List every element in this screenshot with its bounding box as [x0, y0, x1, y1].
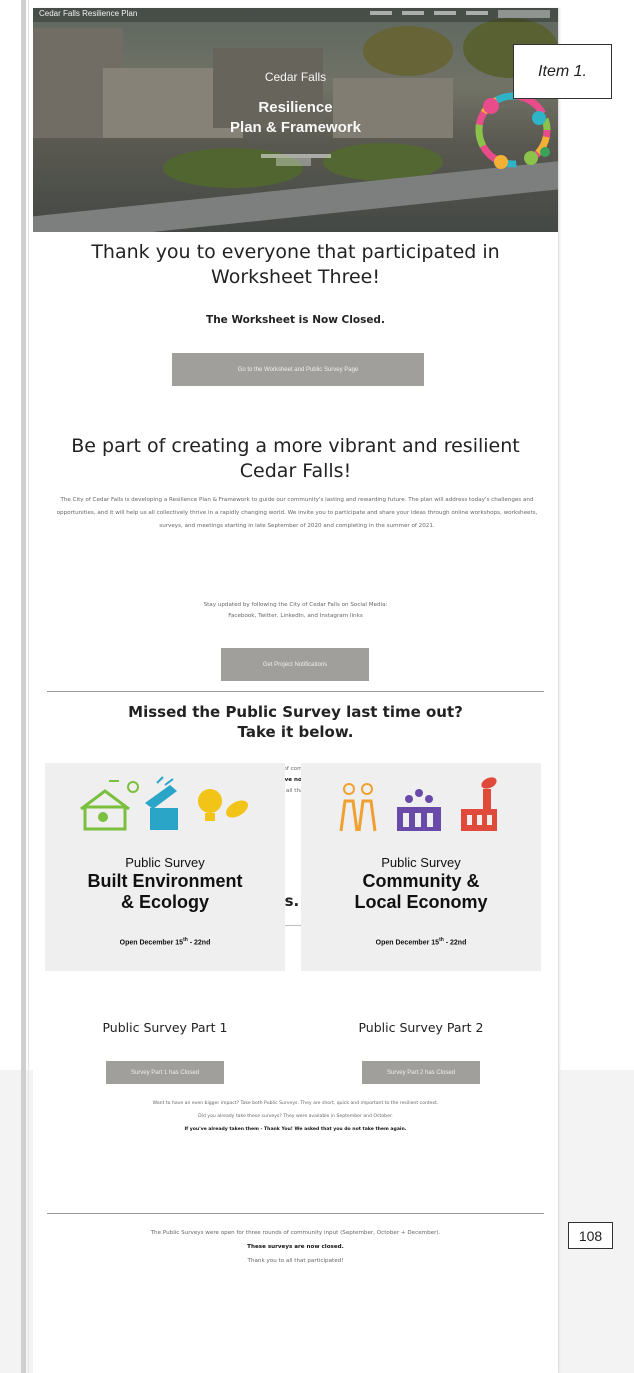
missed-heading-line2: Take it below.: [237, 723, 354, 741]
card-dates-end: - 22nd: [187, 939, 211, 947]
people-icon: [339, 783, 377, 832]
social-media-text: Stay updated by following the City of Ce…: [33, 600, 558, 622]
nav-link[interactable]: [402, 11, 424, 15]
card-pretitle: Public Survey: [381, 855, 461, 870]
card-dates: Open December 15th - 22nd: [45, 937, 285, 946]
project-notifications-button[interactable]: Get Project Notifications: [221, 648, 369, 681]
site-brand[interactable]: Cedar Falls Resilience Plan: [39, 9, 137, 18]
solar-building-icon: [145, 776, 178, 830]
social-media-line2[interactable]: Facebook, Twitter, LinkedIn, and Instagr…: [33, 611, 558, 622]
vibrant-heading-line2: Cedar Falls!: [239, 460, 352, 482]
community-building-icon: [397, 789, 441, 831]
card-dates-text: Open December 15: [375, 939, 440, 947]
survey-part2-button[interactable]: Survey Part 2 has Closed: [362, 1061, 480, 1084]
thanks-heading: Thank you to everyone that participated …: [33, 240, 558, 290]
social-media-line1: Stay updated by following the City of Ce…: [203, 602, 388, 608]
survey-card-2[interactable]: Public Survey Community & Local Economy …: [301, 763, 541, 971]
card-dates: Open December 15th - 22nd: [301, 937, 541, 946]
binder-edge-line: [28, 0, 29, 1373]
card-title-line2: Local Economy: [354, 892, 488, 912]
worksheet-closed-text: The Worksheet is Now Closed.: [206, 314, 385, 326]
document-page: Cedar Falls Resilience Plan Cedar Falls …: [33, 8, 558, 1373]
nav-link[interactable]: [434, 11, 456, 15]
worksheet-survey-page-button[interactable]: Go to the Worksheet and Public Survey Pa…: [172, 353, 424, 386]
vibrant-heading: Be part of creating a more vibrant and r…: [33, 434, 558, 484]
lightbulb-leaf-icon: [198, 789, 248, 821]
footer-text: The Public Surveys were open for three r…: [33, 1226, 558, 1268]
footer-line3: Thank you to all that participated!: [247, 1258, 344, 1264]
page-number: 108: [568, 1222, 613, 1249]
footer-line2: These surveys are now closed.: [247, 1244, 344, 1250]
card-title: Community & Local Economy: [301, 871, 541, 913]
survey-card-1[interactable]: Public Survey Built Environment & Ecolog…: [45, 763, 285, 971]
hero-button[interactable]: [276, 158, 311, 166]
card-dates-text: Open December 15: [119, 939, 184, 947]
nav-link[interactable]: [370, 11, 392, 15]
card-dates-end: - 22nd: [443, 939, 467, 947]
survey-notes: Want to have an even bigger impact? Take…: [33, 1097, 558, 1136]
thanks-heading-line1: Thank you to everyone that participated …: [91, 241, 500, 263]
card-title-line1: Community &: [362, 871, 480, 891]
survey-note-1: Want to have an even bigger impact? Take…: [152, 1101, 439, 1106]
community-economy-icons: [339, 777, 497, 832]
hero-banner: Cedar Falls Resilience Plan Cedar Falls …: [33, 8, 558, 232]
factory-leaf-icon: [461, 777, 497, 831]
nav-links: [370, 11, 488, 15]
card-title-line2: & Ecology: [120, 892, 209, 912]
missed-heading-line1: Missed the Public Survey last time out?: [128, 703, 463, 721]
survey-part1-button[interactable]: Survey Part 1 has Closed: [106, 1061, 224, 1084]
survey-note-3: If you've already taken them - Thank You…: [184, 1127, 407, 1132]
nav-button[interactable]: [498, 10, 550, 18]
house-tree-icon: [80, 780, 139, 831]
built-environment-icons: [80, 776, 248, 831]
survey-part2-label: Public Survey Part 2: [358, 1020, 484, 1035]
card-pretitle: Public Survey: [125, 855, 205, 870]
section-divider: [47, 691, 544, 692]
survey-note-2: Did you already take these surveys? They…: [198, 1114, 393, 1119]
section-divider: [47, 1213, 544, 1214]
missed-survey-heading: Missed the Public Survey last time out? …: [33, 702, 558, 742]
footer-line1: The Public Surveys were open for three r…: [150, 1230, 441, 1236]
binder-edge: [21, 0, 26, 1373]
intro-paragraph: The City of Cedar Falls is developing a …: [56, 497, 538, 529]
item-label: Item 1.: [513, 44, 612, 99]
vibrant-heading-line1: Be part of creating a more vibrant and r…: [71, 435, 520, 457]
survey-part1-label: Public Survey Part 1: [102, 1020, 228, 1035]
card-title: Built Environment & Ecology: [45, 871, 285, 913]
card-title-line1: Built Environment: [87, 871, 243, 891]
nav-link[interactable]: [466, 11, 488, 15]
thanks-heading-line2: Worksheet Three!: [211, 266, 380, 288]
